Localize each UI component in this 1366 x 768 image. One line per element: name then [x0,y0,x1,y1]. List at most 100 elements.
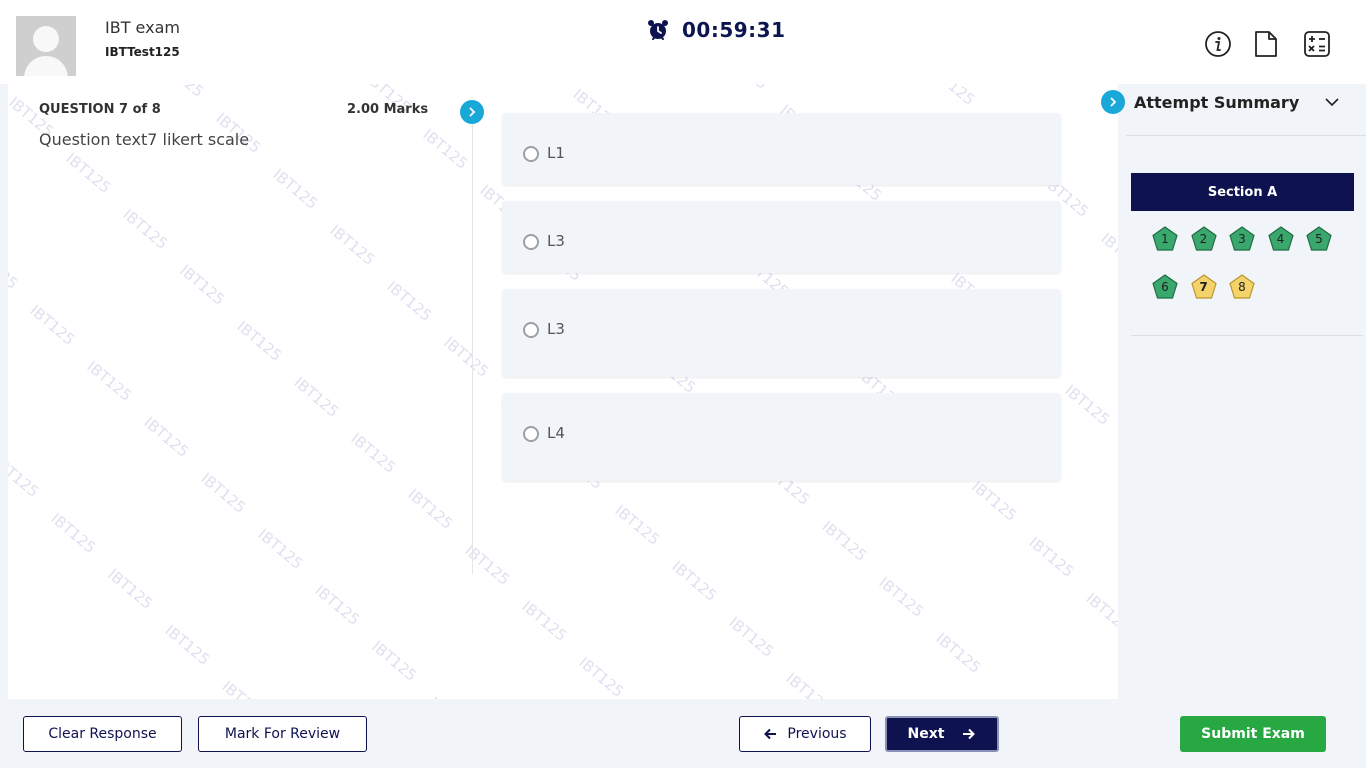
toggle-summary-button[interactable] [1101,90,1125,114]
mark-for-review-button[interactable]: Mark For Review [198,716,367,752]
option-label: L4 [547,424,565,442]
watermark-text: IBT125 [254,525,306,573]
watermark-text: IBT125 [155,84,207,101]
radio-button[interactable] [523,234,539,250]
option-label: L1 [547,144,565,162]
watermark-text: IBT125 [197,469,249,517]
option-1[interactable]: L1 [502,113,1061,185]
watermark-text: IBT125 [932,629,984,677]
test-id: IBTTest125 [105,45,180,59]
section-button[interactable]: Section A [1131,173,1354,211]
question-palette-number: 1 [1161,232,1169,246]
watermark-text: IBT125 [161,621,213,669]
question-palette-number: 8 [1238,280,1246,294]
question-palette-item[interactable]: 2 [1190,225,1218,253]
summary-title: Attempt Summary [1134,93,1300,112]
question-palette-item[interactable]: 8 [1228,273,1256,301]
watermark-text: IBT125 [119,205,171,253]
watermark-text: IBT125 [8,453,42,501]
watermark-text: IBT125 [47,509,99,557]
watermark-text: IBT125 [719,84,771,93]
watermark-text: IBT125 [875,573,927,621]
chevron-down-icon[interactable] [1324,94,1340,110]
watermark-text: IBT125 [419,125,471,173]
question-palette-item[interactable]: 4 [1267,225,1295,253]
watermark-text: IBT125 [26,301,78,349]
watermark-text: IBT125 [347,429,399,477]
divider [1126,135,1366,136]
panel-divider [472,124,473,574]
question-palette-number: 5 [1315,232,1323,246]
watermark-text: IBT125 [668,557,720,605]
watermark-text: IBT125 [818,517,870,565]
watermark-text: IBT125 [404,485,456,533]
watermark-text: IBT125 [440,333,492,381]
watermark-text: IBT125 [611,501,663,549]
expand-question-button[interactable] [460,100,484,124]
question-palette-item[interactable]: 3 [1228,225,1256,253]
next-button[interactable]: Next [885,716,999,752]
watermark-text: IBT125 [725,613,777,661]
calculator-icon[interactable] [1303,30,1331,58]
option-2[interactable]: L3 [502,201,1061,273]
radio-button[interactable] [523,322,539,338]
option-label: L3 [547,320,565,338]
question-palette-number: 2 [1199,232,1208,246]
option-4[interactable]: L4 [502,393,1061,481]
clear-response-button[interactable]: Clear Response [23,716,182,752]
info-icon[interactable] [1204,30,1232,58]
question-palette-number: 3 [1238,232,1246,246]
question-text: Question text7 likert scale [39,130,250,149]
question-panel: IBT125 IBT125 IBT125 IBT125 IBT125 IBT125 IBT1… [8,84,1118,699]
watermark-text: IBT125 [218,677,270,699]
watermark-text: IBT125 [1082,589,1118,637]
avatar [16,16,76,76]
watermark-text: IBT125 [326,221,378,269]
watermark-text: IBT125 [8,245,21,293]
radio-button[interactable] [523,426,539,442]
chevron-right-icon [469,107,476,117]
watermark-text: IBT125 [968,477,1020,525]
avatar-body [24,56,68,76]
watermark-text: IBT125 [62,149,114,197]
watermark-text: IBT125 [368,637,420,685]
option-3[interactable]: L3 [502,289,1061,377]
watermark-text: IBT125 [461,541,513,589]
watermark-text: IBT125 [425,693,477,699]
document-icon[interactable] [1252,30,1280,58]
radio-button[interactable] [523,146,539,162]
avatar-head [33,26,59,52]
timer-value: 00:59:31 [682,18,786,42]
watermark-text: IBT125 [518,597,570,645]
watermark-text: IBT125 [311,581,363,629]
question-palette-number: 4 [1276,232,1285,246]
question-palette-item[interactable]: 1 [1151,225,1179,253]
chevron-right-icon [1110,97,1117,107]
watermark-text: IBT125 [104,565,156,613]
question-marks: 2.00 Marks [347,102,429,117]
question-palette-number: 7 [1199,280,1208,294]
watermark-text: IBT125 [176,261,228,309]
previous-label: Previous [787,726,847,742]
attempt-summary-panel: Attempt Summary Section A 1 2 3 4 5 6 7 8 [1126,84,1366,699]
top-bar: IBT exam IBTTest125 00:59:31 [0,0,1366,84]
submit-exam-button[interactable]: Submit Exam [1180,716,1326,752]
watermark-text: IBT125 [575,653,627,699]
question-palette-number: 6 [1161,280,1169,294]
option-label: L3 [547,232,565,250]
arrow-left-icon [764,728,777,740]
watermark-text: IBT125 [83,357,135,405]
watermark-text: IBT125 [1097,229,1118,277]
question-palette-item[interactable]: 5 [1305,225,1333,253]
next-label: Next [907,726,945,742]
watermark-text: IBT125 [926,84,978,109]
previous-button[interactable]: Previous [739,716,871,752]
question-palette-item[interactable]: 7 [1190,273,1218,301]
watermark-text: IBT125 [1025,533,1077,581]
watermark-text: IBT125 [140,413,192,461]
arrow-right-icon [963,728,976,740]
alarm-clock-icon [648,20,668,40]
question-palette-item[interactable]: 6 [1151,273,1179,301]
watermark-text: IBT125 [233,317,285,365]
exam-name: IBT exam [105,18,180,37]
